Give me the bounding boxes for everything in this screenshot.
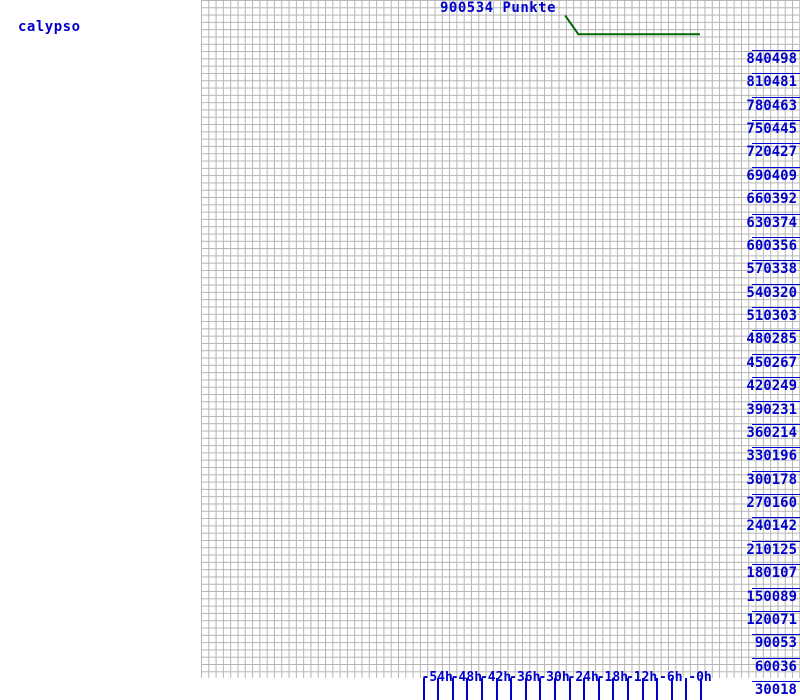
y-axis-tick-label: 390231 (746, 401, 797, 418)
x-axis-tick-label: -12h (625, 670, 658, 685)
y-axis-tick-label: 360214 (746, 424, 797, 441)
y-axis-tick-label: 480285 (746, 331, 797, 348)
x-axis-tick-label: -0h (688, 670, 712, 685)
y-axis-tick-label: 150089 (746, 588, 797, 605)
y-axis-tick-label: 660392 (746, 191, 797, 208)
y-axis-tick-label: 630374 (746, 214, 797, 231)
y-axis-tick-label: 90053 (754, 635, 797, 652)
y-axis-tick-label: 810481 (746, 74, 797, 91)
y-axis-tick-label: 840498 (746, 51, 797, 67)
y-axis-tick-label: 540320 (746, 284, 797, 301)
x-axis-scale: -54h -48h -42h -36h -30h -24h -18h -12h -6h -0h (0, 670, 800, 700)
y-axis-tick-label: 690409 (746, 167, 797, 184)
y-axis-tick-label: 510303 (746, 308, 797, 325)
x-axis-tick-label: -24h (567, 670, 599, 685)
y-axis-tick-label: 180107 (746, 565, 797, 582)
y-axis-tick-label: 60036 (754, 658, 797, 675)
y-axis-tick-label: 120071 (746, 611, 797, 628)
x-axis-tick-label: -48h (450, 670, 483, 685)
y-axis-tick-label: 780463 (746, 97, 797, 114)
y-axis-tick-label: 600356 (746, 237, 797, 254)
x-axis-tick-label: -54h (421, 670, 453, 685)
y-axis-tick-label: 450267 (746, 354, 797, 371)
x-axis-tick-label: -18h (596, 670, 629, 685)
y-axis-tick-label: 330196 (746, 448, 797, 465)
x-axis-tick-label: -42h (479, 670, 512, 685)
x-axis-tick-label: -36h (509, 670, 541, 685)
x-axis-tick-minor (685, 678, 688, 700)
y-axis-tick-label: 570338 (746, 261, 797, 278)
y-axis-scale: 840498 810481 780463 750445 720427 690409 6603… (700, 0, 800, 698)
y-axis-tick-label: 420249 (746, 378, 797, 395)
y-axis-tick-label: 720427 (746, 144, 797, 161)
x-axis-tick-label: -30h (538, 670, 570, 685)
y-axis-tick-label: 210125 (746, 541, 797, 558)
y-axis-tick-label: 240142 (746, 518, 797, 535)
host-label: calypso (18, 19, 81, 35)
x-axis-tick-label: -6h (659, 670, 683, 685)
y-axis-tick-label: 300178 (746, 471, 797, 488)
y-axis-tick-label: 270160 (746, 495, 797, 512)
y-axis-tick-label: 750445 (746, 121, 797, 138)
